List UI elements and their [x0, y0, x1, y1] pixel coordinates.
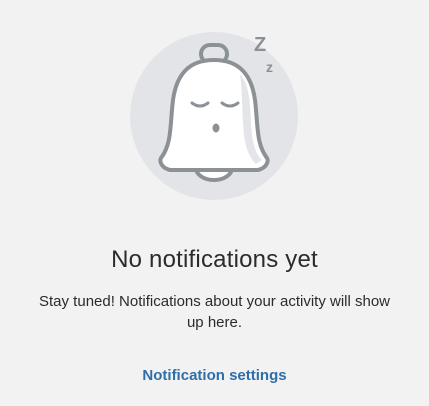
sleep-letter-small: z	[266, 59, 273, 75]
empty-state-title: No notifications yet	[111, 246, 318, 273]
empty-state-message: Stay tuned! Notifications about your act…	[39, 293, 390, 331]
sleeping-bell-icon: Z z	[128, 30, 303, 205]
sleep-letter-large: Z	[254, 34, 266, 56]
notification-settings-link[interactable]: Notification settings	[0, 366, 429, 386]
notification-settings-link-label[interactable]: Notification settings	[142, 367, 286, 384]
notifications-empty-state: Z z No notifications yet Stay tuned! Not…	[0, 0, 429, 406]
bell-mouth	[212, 123, 220, 133]
